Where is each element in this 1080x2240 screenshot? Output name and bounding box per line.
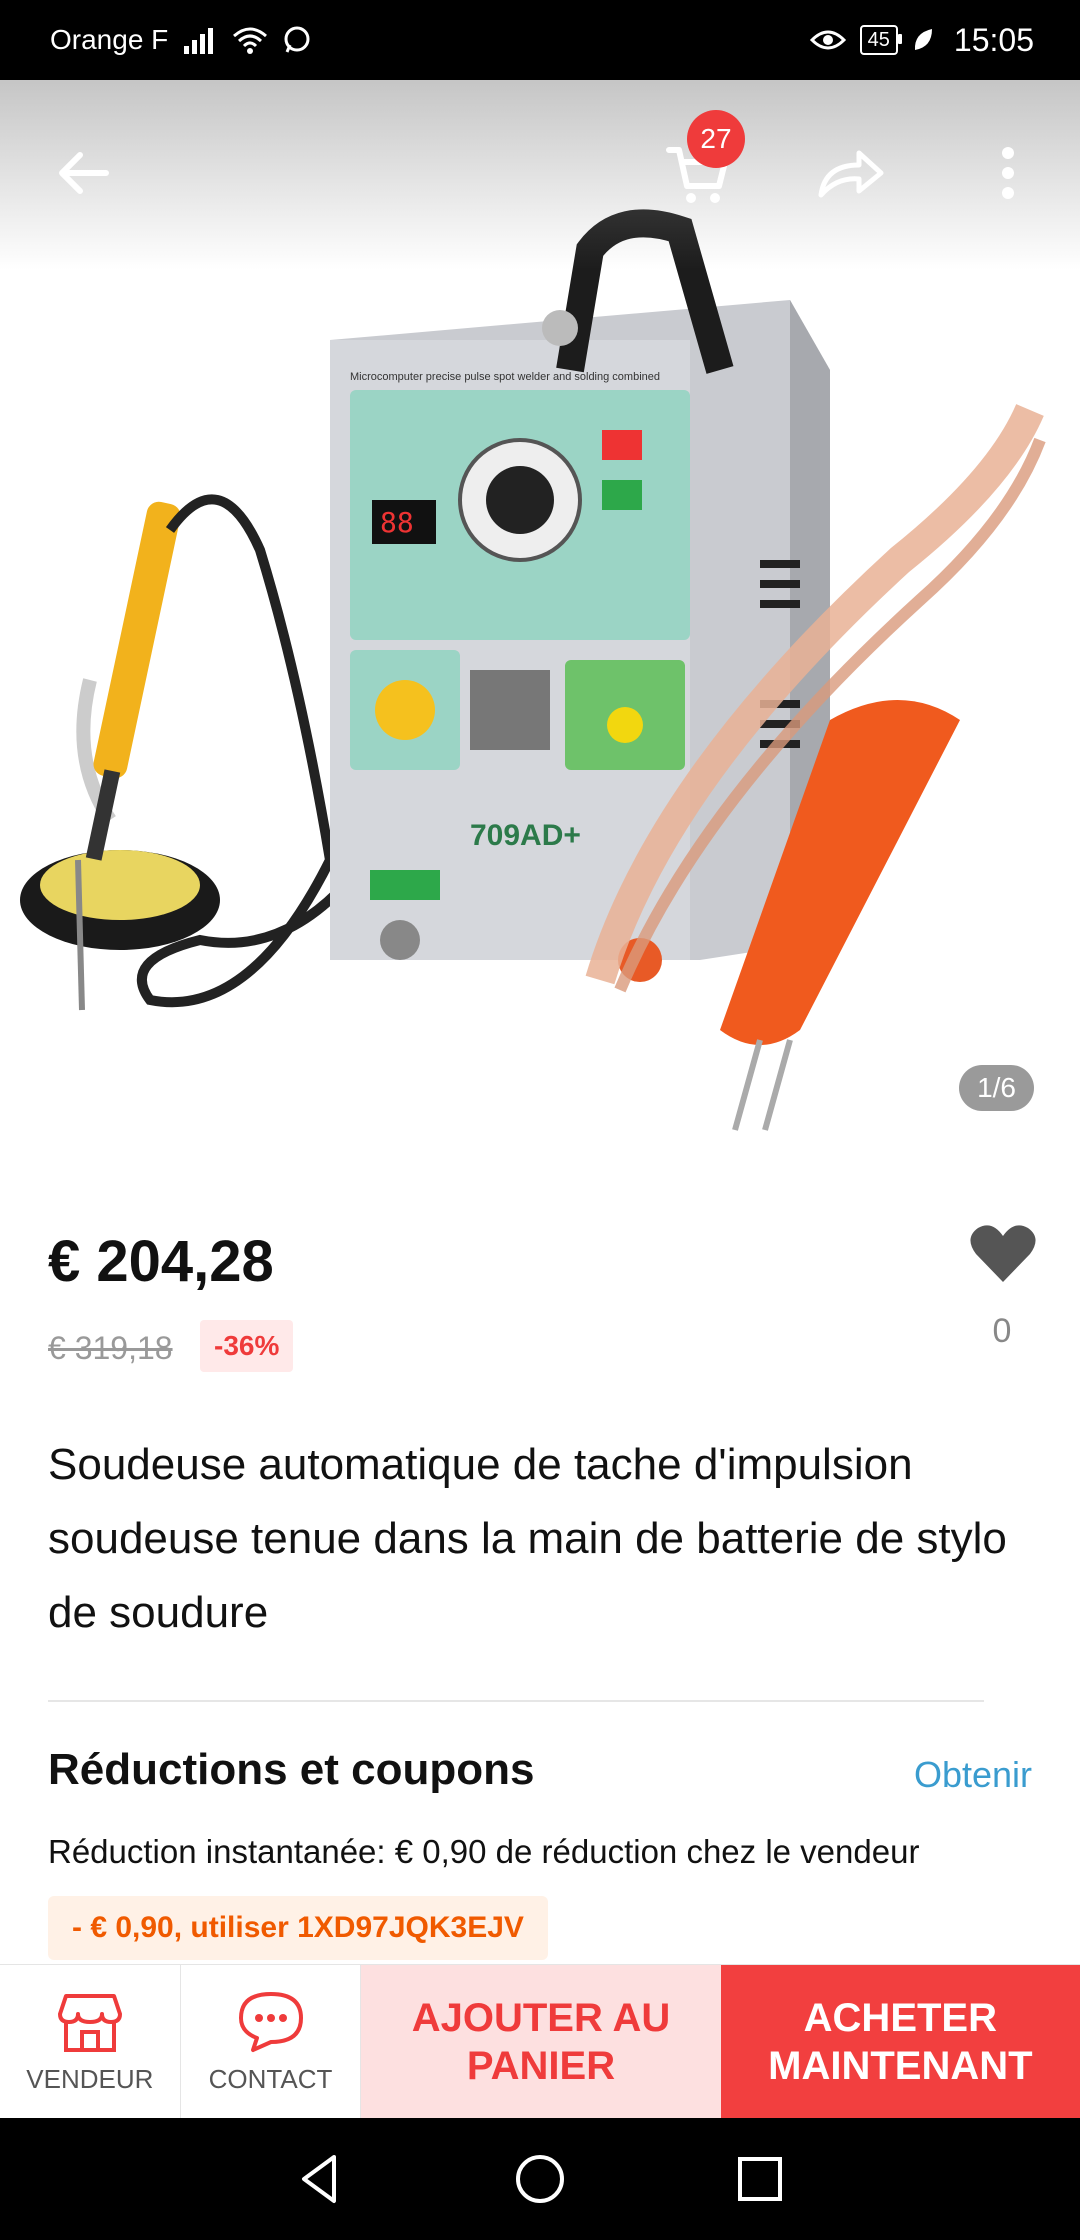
original-price: € 319,18 <box>48 1330 173 1366</box>
share-button[interactable] <box>812 135 888 211</box>
coupons-heading: Réductions et coupons <box>48 1745 535 1794</box>
divider <box>48 1700 984 1702</box>
clock: 15:05 <box>953 21 1034 58</box>
whatsapp-icon <box>284 26 310 53</box>
eye-comfort-icon <box>809 30 846 50</box>
seller-button[interactable]: VENDEUR <box>0 1965 181 2119</box>
bottom-action-bar: VENDEUR CONTACT AJOUTER AU PANIER ACHETE… <box>0 1964 1080 2119</box>
coupon-code-chip[interactable]: - € 0,90, utiliser 1XD97JQK3EJV <box>48 1896 548 1960</box>
heart-icon[interactable] <box>968 1222 1038 1286</box>
wishlist-count: 0 <box>992 1312 1012 1350</box>
store-icon <box>57 1993 122 2052</box>
nav-back-icon[interactable] <box>290 2149 350 2209</box>
product-title: Soudeuse automatique de tache d'impulsio… <box>48 1440 1007 1637</box>
discount-badge: -36% <box>200 1320 294 1372</box>
contact-button[interactable]: CONTACT <box>181 1965 362 2119</box>
get-coupon-link[interactable]: Obtenir <box>914 1754 1032 1796</box>
contact-label: CONTACT <box>208 2063 333 2094</box>
chat-icon <box>238 1991 303 2052</box>
device-panel-label: Microcomputer precise pulse spot welder … <box>350 371 660 383</box>
battery-indicator: 45 <box>859 25 903 55</box>
device-model-label: 709AD+ <box>470 819 581 852</box>
share-icon <box>818 150 884 198</box>
seller-label: VENDEUR <box>26 2063 154 2094</box>
product-price: € 204,28 <box>48 1229 274 1294</box>
buy-now-button[interactable]: ACHETER MAINTENANT <box>720 1965 1080 2119</box>
more-options-button[interactable] <box>970 135 1046 211</box>
arrow-left-icon <box>59 152 109 194</box>
nav-recents-icon[interactable] <box>730 2149 790 2209</box>
svg-text:88: 88 <box>380 506 414 539</box>
product-image-gallery[interactable]: Microcomputer precise pulse spot welder … <box>0 80 1080 1160</box>
system-nav-bar <box>0 2118 1080 2240</box>
add-to-cart-button[interactable]: AJOUTER AU PANIER <box>361 1965 721 2119</box>
carrier-name: Orange F <box>50 24 169 55</box>
leaf-icon <box>914 29 932 50</box>
cart-count-badge: 27 <box>687 110 745 168</box>
back-button[interactable] <box>46 135 122 211</box>
status-bar: Orange F 45 15:05 <box>0 0 1080 80</box>
signal-icon <box>184 28 214 54</box>
header-gradient <box>0 80 1080 270</box>
coupon-description: Réduction instantanée: € 0,90 de réducti… <box>48 1833 920 1870</box>
image-counter: 1/6 <box>959 1065 1034 1111</box>
more-vertical-icon <box>1002 147 1014 199</box>
wifi-icon <box>233 27 268 54</box>
nav-home-icon[interactable] <box>510 2149 570 2209</box>
